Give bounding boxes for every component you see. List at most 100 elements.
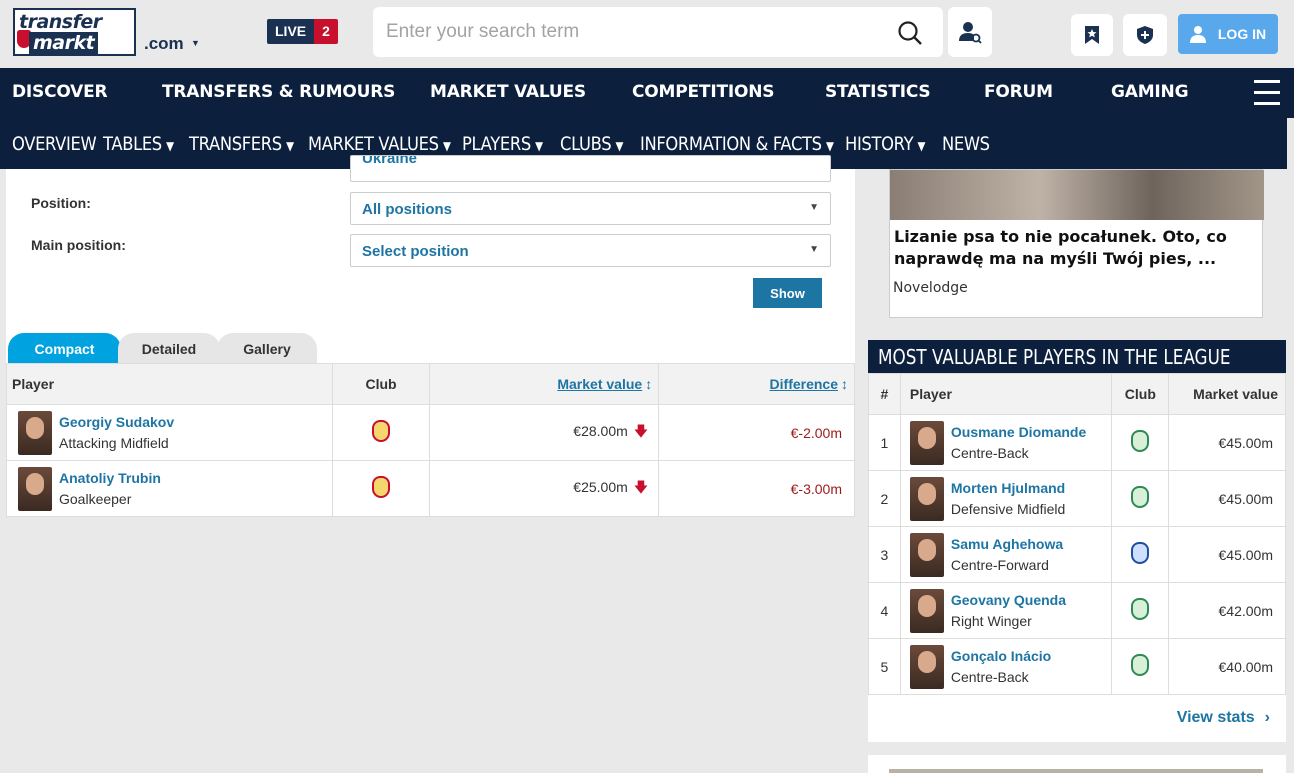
player-position: Defensive Midfield (950, 501, 1066, 517)
player-search-button[interactable] (948, 7, 992, 57)
benfica-badge-icon[interactable] (372, 476, 391, 498)
table-row: Anatoliy Trubin Goalkeeper €25.00m 🡇 €-3.0… (6, 460, 855, 517)
difference-cell: €-2.00m (658, 404, 855, 461)
player-name-link[interactable]: Gonçalo Inácio (951, 648, 1051, 664)
position-value: All positions (362, 201, 452, 218)
subnav-transfers[interactable]: TRANSFERS ▼ (189, 133, 294, 155)
tab-gallery[interactable]: Gallery (217, 333, 317, 363)
sort-icon: ↕ (645, 376, 653, 392)
user-search-icon (959, 22, 982, 44)
search-input[interactable] (373, 7, 883, 57)
subnav-history[interactable]: HISTORY ▼ (845, 133, 925, 155)
search-icon[interactable] (897, 20, 923, 51)
most-valuable-players-widget: MOST VALUABLE PLAYERS IN THE LEAGUE # Pl… (868, 340, 1286, 742)
main-position-value: Select position (362, 243, 469, 260)
dropdown-arrow-icon: ▼ (809, 202, 819, 213)
club-cell (1111, 526, 1170, 583)
porto-badge-icon[interactable] (1131, 542, 1150, 564)
table-row: 5 Gonçalo Inácio Centre-Back €40.00m (868, 638, 1286, 695)
market-value-cell: €28.00m 🡇 (429, 404, 660, 461)
col-header-club: Club (1111, 373, 1170, 415)
login-button[interactable]: LOG IN (1178, 14, 1278, 54)
subnav-market-values[interactable]: MARKET VALUES ▼ (308, 133, 451, 155)
subnav-news[interactable]: NEWS (942, 133, 990, 155)
main-position-select[interactable]: Select position ▼ (350, 234, 831, 267)
player-position: Centre-Forward (950, 557, 1049, 573)
shield-button[interactable] (1123, 14, 1167, 56)
player-photo[interactable] (18, 466, 52, 511)
player-photo[interactable] (909, 644, 944, 689)
sporting-badge-icon[interactable] (1131, 486, 1150, 508)
club-cell (331, 460, 431, 517)
col-header-difference[interactable]: Difference ↕ (658, 363, 855, 405)
market-value-cell: €42.00m (1168, 582, 1286, 639)
nav-statistics[interactable]: STATISTICS (825, 82, 931, 102)
subnav-information-facts[interactable]: INFORMATION & FACTS ▼ (640, 133, 834, 155)
sporting-badge-icon[interactable] (1131, 430, 1150, 452)
chevron-down-icon[interactable]: ▼ (191, 38, 200, 48)
nav-market-values[interactable]: MARKET VALUES (430, 82, 586, 102)
transfermarkt-logo[interactable]: transfer markt (13, 8, 136, 56)
nav-transfers-rumours[interactable]: TRANSFERS & RUMOURS (162, 82, 395, 102)
player-cell: Samu Aghehowa Centre-Forward (899, 526, 1113, 583)
player-photo[interactable] (909, 588, 944, 633)
player-name-link[interactable]: Ousmane Diomande (951, 424, 1086, 440)
live-button[interactable]: LIVE 2 (267, 19, 338, 44)
player-photo[interactable] (909, 532, 944, 577)
nav-gaming[interactable]: GAMING (1111, 82, 1189, 102)
watchlist-button[interactable] (1071, 14, 1113, 56)
tab-compact[interactable]: Compact (8, 333, 121, 363)
rank-cell: 5 (868, 638, 901, 695)
subnav-overview[interactable]: OVERVIEW (12, 133, 97, 155)
player-photo[interactable] (909, 476, 944, 521)
player-photo[interactable] (909, 420, 944, 465)
ad-image (890, 170, 1264, 220)
nav-competitions[interactable]: COMPETITIONS (632, 82, 774, 102)
market-value-cell: €45.00m (1168, 470, 1286, 527)
player-position: Centre-Back (950, 445, 1029, 461)
sporting-badge-icon[interactable] (1131, 598, 1150, 620)
most-valuable-table: # Player Club Market value 1 Ousmane Dio… (868, 373, 1286, 695)
club-cell (331, 404, 431, 461)
player-name-link[interactable]: Samu Aghehowa (951, 536, 1063, 552)
nationality-value: Ukraine (362, 155, 418, 167)
nationality-select[interactable]: Ukraine (350, 155, 831, 182)
sporting-badge-icon[interactable] (1131, 654, 1150, 676)
table-row: 3 Samu Aghehowa Centre-Forward €45.00m (868, 526, 1286, 583)
subnav-tables[interactable]: TABLES ▼ (103, 133, 174, 155)
player-name-link[interactable]: Georgiy Sudakov (59, 414, 174, 430)
nav-discover[interactable]: DISCOVER (12, 82, 108, 102)
market-value-cell: €40.00m (1168, 638, 1286, 695)
position-select[interactable]: All positions ▼ (350, 192, 831, 225)
show-button[interactable]: Show (753, 278, 822, 308)
table-row: 4 Geovany Quenda Right Winger €42.00m (868, 582, 1286, 639)
domain-selector[interactable]: .com (144, 34, 184, 54)
widget-image (889, 769, 1263, 773)
player-name-link[interactable]: Anatoliy Trubin (59, 470, 161, 486)
caret-down-icon: ▼ (286, 139, 294, 153)
player-position: Right Winger (950, 613, 1032, 629)
logo-text-line1: transfer (19, 11, 102, 33)
advertisement[interactable]: Lizanie psa to nie pocałunek. Oto, co na… (889, 169, 1264, 318)
hamburger-menu-icon[interactable] (1254, 80, 1280, 113)
subnav-players[interactable]: PLAYERS ▼ (462, 133, 543, 155)
rank-cell: 3 (868, 526, 901, 583)
player-photo[interactable] (18, 410, 52, 455)
subnav-clubs[interactable]: CLUBS ▼ (560, 133, 623, 155)
market-value: €28.00m (573, 422, 628, 439)
table-header-row: Player Club Market value ↕ Difference ↕ (6, 363, 855, 405)
main-position-label: Main position: (31, 237, 126, 253)
col-header-club: Club (331, 363, 431, 405)
player-cell: Anatoliy Trubin Goalkeeper (6, 460, 333, 517)
benfica-badge-icon[interactable] (372, 420, 391, 442)
player-position: Centre-Back (950, 669, 1029, 685)
player-cell: Gonçalo Inácio Centre-Back (899, 638, 1113, 695)
nav-forum[interactable]: FORUM (984, 82, 1053, 102)
tab-detailed[interactable]: Detailed (118, 333, 220, 363)
col-header-market-value[interactable]: Market value ↕ (429, 363, 660, 405)
player-name-link[interactable]: Morten Hjulmand (951, 480, 1065, 496)
player-position: Goalkeeper (59, 491, 132, 507)
player-name-link[interactable]: Geovany Quenda (951, 592, 1066, 608)
view-stats-link[interactable]: View stats › (1177, 709, 1270, 727)
rank-cell: 4 (868, 582, 901, 639)
